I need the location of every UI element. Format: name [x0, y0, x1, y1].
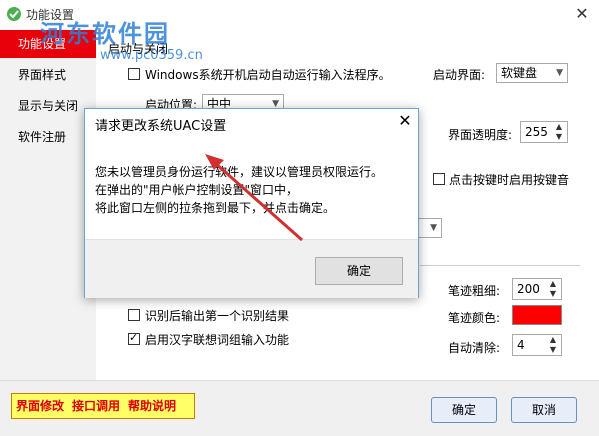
output-first-checkbox[interactable]: [128, 309, 140, 321]
stroke-width-spinner[interactable]: 200 ▲ ▼: [512, 278, 562, 300]
autostart-checkbox[interactable]: [128, 68, 140, 80]
transparency-spinner[interactable]: 255 ▲ ▼: [520, 121, 568, 143]
auto-clear-label: 自动清除:: [448, 341, 501, 355]
auto-clear-value: 4: [517, 338, 525, 352]
spinner-arrows-icon[interactable]: ▲ ▼: [553, 122, 565, 142]
dialog-close-icon[interactable]: ✕: [395, 111, 415, 131]
link-api-call[interactable]: 接口调用: [72, 399, 120, 413]
start-ui-select[interactable]: 软键盘 ▼: [496, 63, 568, 83]
dialog-line-2: 在弹出的"用户帐户控制设置"窗口中，: [95, 183, 299, 197]
dialog-ok-button[interactable]: 确定: [315, 257, 403, 285]
start-ui-value: 软键盘: [501, 66, 538, 80]
chevron-down-icon: ▼: [556, 68, 563, 78]
window-close-icon[interactable]: ✕: [572, 4, 592, 24]
start-ui-label: 启动界面:: [433, 68, 486, 82]
stroke-width-value: 200: [517, 282, 540, 296]
key-sound-label: 点击按键时启用按键音: [449, 173, 570, 187]
uac-dialog: 请求更改系统UAC设置 ✕ 您未以管理员身份运行软件，建议以管理员权限运行。 在…: [84, 108, 419, 298]
dialog-line-3: 将此窗口左侧的拉条拖到最下，并点击确定。: [95, 201, 336, 215]
stroke-color-label: 笔迹颜色:: [448, 311, 501, 325]
sidebar-item-registration[interactable]: 软件注册: [0, 123, 96, 151]
stroke-color-swatch[interactable]: [512, 305, 562, 325]
link-ui-modify[interactable]: 界面修改: [16, 399, 64, 413]
watermark-url: www.pc0359.cn: [100, 48, 203, 63]
sidebar-item-display-close[interactable]: 显示与关闭: [0, 92, 96, 120]
link-help[interactable]: 帮助说明: [128, 399, 176, 413]
spinner-arrows-icon[interactable]: ▲ ▼: [547, 279, 559, 299]
divider: [420, 265, 580, 266]
transparency-label: 界面透明度:: [448, 128, 513, 142]
dialog-title: 请求更改系统UAC设置: [95, 119, 227, 134]
association-label: 启用汉字联想词组输入功能: [145, 333, 290, 347]
cancel-button[interactable]: 取消: [511, 397, 577, 423]
dialog-line-1: 您未以管理员身份运行软件，建议以管理员权限运行。: [95, 165, 384, 179]
chevron-down-icon: ▼: [430, 223, 437, 233]
stroke-width-label: 笔迹粗细:: [448, 284, 501, 298]
transparency-value: 255: [525, 125, 548, 139]
app-icon: [6, 6, 22, 22]
watermark-logo: 河东软件园: [40, 20, 170, 48]
help-links-box: 界面修改 接口调用 帮助说明: [11, 393, 195, 419]
autostart-label: Windows系统开机启动自动运行输入法程序。: [145, 68, 391, 82]
dialog-message: 您未以管理员身份运行软件，建议以管理员权限运行。 在弹出的"用户帐户控制设置"窗…: [95, 163, 383, 217]
key-sound-checkbox[interactable]: [433, 173, 445, 185]
output-first-label: 识别后输出第一个识别结果: [145, 309, 290, 323]
sidebar-item-ui-style[interactable]: 界面样式: [0, 61, 96, 89]
dialog-footer: 确定: [85, 239, 418, 298]
association-checkbox[interactable]: [128, 331, 140, 345]
ok-button[interactable]: 确定: [431, 397, 497, 423]
spinner-arrows-icon[interactable]: ▲ ▼: [547, 335, 559, 355]
auto-clear-spinner[interactable]: 4 ▲ ▼: [512, 334, 562, 356]
